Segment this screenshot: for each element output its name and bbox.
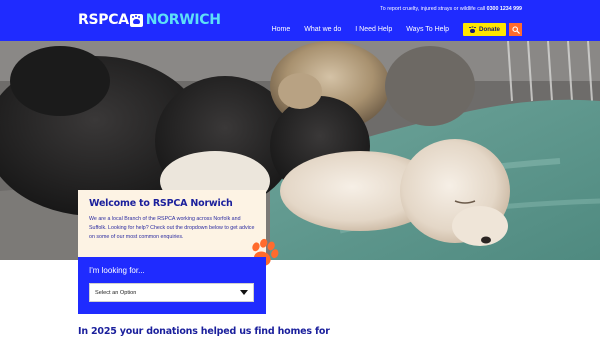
looking-for-heading: I'm looking for...	[89, 266, 145, 275]
main-navigation: Home What we do I Need Help Ways To Help…	[272, 23, 522, 36]
paw-icon	[469, 26, 476, 33]
nav-ways-to-help[interactable]: Ways To Help	[406, 26, 449, 33]
rspca-norwich-logo[interactable]: RSPCA NORWICH	[78, 11, 221, 29]
nav-what-we-do[interactable]: What we do	[304, 26, 341, 33]
report-phone[interactable]: 0300 1234 999	[487, 6, 522, 12]
logo-text-rspca: RSPCA	[78, 12, 129, 28]
chevron-down-icon	[240, 290, 248, 295]
site-header: RSPCA NORWICH To report cruelty, injured…	[0, 0, 600, 41]
welcome-card: Welcome to RSPCA Norwich We are a local …	[78, 190, 266, 257]
donate-button[interactable]: Donate	[463, 23, 506, 36]
donations-heading: In 2025 your donations helped us find ho…	[78, 326, 330, 337]
search-icon	[511, 25, 520, 34]
nav-home[interactable]: Home	[272, 26, 291, 33]
select-value: Select an Option	[95, 289, 137, 296]
help-topic-select[interactable]: Select an Option	[89, 283, 254, 302]
donate-label: Donate	[479, 26, 500, 33]
report-cruelty-notice: To report cruelty, injured strays or wil…	[380, 6, 522, 12]
search-button[interactable]	[509, 23, 522, 36]
welcome-title: Welcome to RSPCA Norwich	[89, 198, 233, 209]
report-text: To report cruelty, injured strays or wil…	[380, 6, 486, 12]
nav-i-need-help[interactable]: I Need Help	[355, 26, 392, 33]
paw-logo-icon	[129, 13, 143, 27]
welcome-body: We are a local Branch of the RSPCA worki…	[89, 216, 255, 240]
looking-for-panel: I'm looking for... Select an Option	[78, 257, 266, 314]
logo-text-city: NORWICH	[145, 12, 221, 28]
